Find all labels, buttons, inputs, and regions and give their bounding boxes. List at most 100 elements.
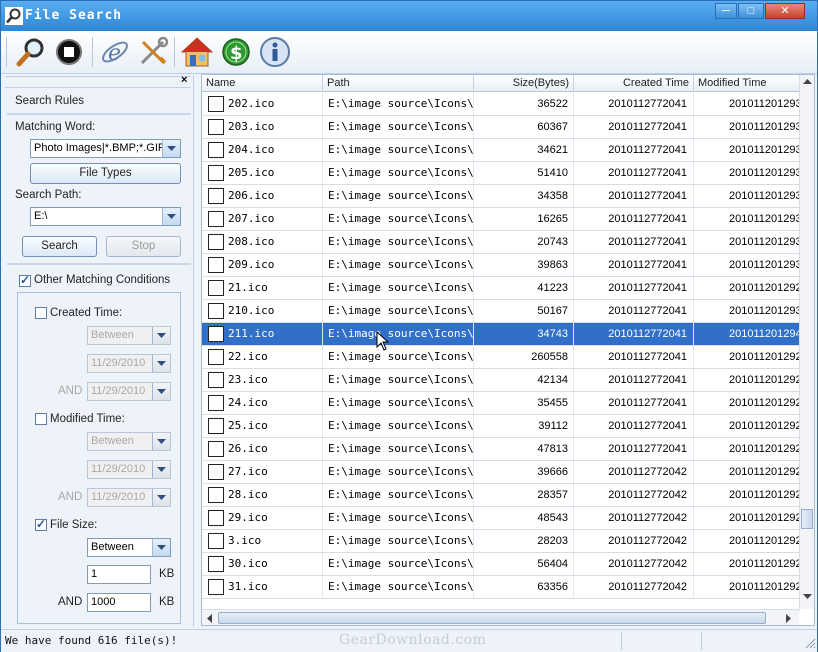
- table-row[interactable]: 23.ico E:\image source\Icons\ 42134 2010112…: [202, 369, 800, 392]
- row-checkbox[interactable]: [208, 487, 224, 503]
- table-row[interactable]: 26.ico E:\image source\Icons\ 47813 2010112…: [202, 438, 800, 461]
- table-row[interactable]: 202.ico E:\image source\Icons\ 36522 201011…: [202, 93, 800, 116]
- chevron-down-icon[interactable]: [152, 355, 170, 372]
- maximize-button[interactable]: □: [738, 3, 764, 19]
- row-checkbox[interactable]: [208, 280, 224, 296]
- table-row[interactable]: 207.ico E:\image source\Icons\ 16265 201011…: [202, 208, 800, 231]
- chevron-down-icon[interactable]: [152, 539, 170, 556]
- column-header-size[interactable]: Size(Bytes): [474, 75, 574, 92]
- size-from-input[interactable]: 1: [87, 565, 151, 584]
- row-checkbox[interactable]: [208, 188, 224, 204]
- modified-mode-value: Between: [91, 435, 134, 447]
- table-row[interactable]: 27.ico E:\image source\Icons\ 39666 2010112…: [202, 461, 800, 484]
- scroll-left-icon[interactable]: [207, 614, 213, 623]
- row-checkbox[interactable]: [208, 96, 224, 112]
- row-checkbox[interactable]: [208, 418, 224, 434]
- table-row[interactable]: 3.ico E:\image source\Icons\ 28203 20101127…: [202, 530, 800, 553]
- search-path-select[interactable]: E:\: [30, 207, 181, 226]
- chevron-down-icon[interactable]: [152, 433, 170, 450]
- column-header-path[interactable]: Path: [323, 75, 474, 92]
- row-checkbox[interactable]: [208, 395, 224, 411]
- row-checkbox[interactable]: [208, 119, 224, 135]
- resize-grip-icon[interactable]: [804, 637, 816, 649]
- row-checkbox[interactable]: [208, 372, 224, 388]
- modified-to-date[interactable]: 11/29/2010: [87, 488, 171, 507]
- modified-time-checkbox[interactable]: [35, 413, 47, 425]
- table-row[interactable]: 209.ico E:\image source\Icons\ 39863 201011…: [202, 254, 800, 277]
- row-checkbox[interactable]: [208, 142, 224, 158]
- file-size-checkbox[interactable]: [35, 517, 47, 531]
- chevron-down-icon[interactable]: [152, 489, 170, 506]
- created-from-date[interactable]: 11/29/2010: [87, 354, 171, 373]
- table-row[interactable]: 24.ico E:\image source\Icons\ 35455 2010112…: [202, 392, 800, 415]
- modified-mode-select[interactable]: Between: [87, 432, 171, 451]
- table-row[interactable]: 204.ico E:\image source\Icons\ 34621 201011…: [202, 139, 800, 162]
- browser-toolbar-button[interactable]: e: [97, 34, 133, 70]
- column-header-created[interactable]: Created Time: [574, 75, 694, 92]
- table-row[interactable]: 208.ico E:\image source\Icons\ 20743 201011…: [202, 231, 800, 254]
- search-toolbar-button[interactable]: [13, 34, 49, 70]
- table-row[interactable]: 29.ico E:\image source\Icons\ 48543 2010112…: [202, 507, 800, 530]
- row-checkbox[interactable]: [208, 165, 224, 181]
- table-row[interactable]: 210.ico E:\image source\Icons\ 50167 201011…: [202, 300, 800, 323]
- table-row[interactable]: 30.ico E:\image source\Icons\ 56404 2010112…: [202, 553, 800, 576]
- modified-from-date[interactable]: 11/29/2010: [87, 460, 171, 479]
- file-types-button[interactable]: File Types: [30, 163, 181, 184]
- chevron-down-icon[interactable]: [152, 461, 170, 478]
- row-checkbox[interactable]: [208, 464, 224, 480]
- scroll-right-icon[interactable]: [786, 614, 792, 623]
- row-checkbox[interactable]: [208, 441, 224, 457]
- row-checkbox[interactable]: [208, 234, 224, 250]
- table-row[interactable]: 21.ico E:\image source\Icons\ 41223 2010112…: [202, 277, 800, 300]
- purchase-toolbar-button[interactable]: $: [218, 34, 254, 70]
- vertical-scroll-thumb[interactable]: [801, 509, 813, 529]
- horizontal-scroll-thumb[interactable]: [218, 612, 766, 624]
- row-checkbox[interactable]: [208, 533, 224, 549]
- minimize-button[interactable]: ─: [715, 3, 737, 19]
- row-checkbox[interactable]: [208, 303, 224, 319]
- row-checkbox[interactable]: [208, 211, 224, 227]
- row-checkbox[interactable]: [208, 349, 224, 365]
- vertical-scrollbar[interactable]: [799, 75, 814, 609]
- table-row[interactable]: 205.ico E:\image source\Icons\ 51410 201011…: [202, 162, 800, 185]
- horizontal-scrollbar[interactable]: [202, 609, 799, 625]
- scroll-down-icon[interactable]: [803, 594, 812, 600]
- created-to-date[interactable]: 11/29/2010: [87, 382, 171, 401]
- search-button[interactable]: Search: [22, 236, 97, 257]
- home-toolbar-button[interactable]: [179, 34, 215, 70]
- table-row[interactable]: 22.ico E:\image source\Icons\ 260558 201011…: [202, 346, 800, 369]
- row-checkbox[interactable]: [208, 510, 224, 526]
- size-mode-value: Between: [91, 541, 134, 553]
- table-row[interactable]: 28.ico E:\image source\Icons\ 28357 2010112…: [202, 484, 800, 507]
- size-mode-select[interactable]: Between: [87, 538, 171, 557]
- row-checkbox[interactable]: [208, 257, 224, 273]
- chevron-down-icon[interactable]: [152, 383, 170, 400]
- tools-toolbar-button[interactable]: [135, 34, 171, 70]
- table-row[interactable]: 203.ico E:\image source\Icons\ 60367 201011…: [202, 116, 800, 139]
- created-mode-select[interactable]: Between: [87, 326, 171, 345]
- row-checkbox[interactable]: [208, 579, 224, 595]
- table-row[interactable]: 211.ico E:\image source\Icons\ 34743 201011…: [202, 323, 800, 346]
- cell-created: 2010112772041: [574, 277, 694, 299]
- row-checkbox[interactable]: [208, 326, 224, 342]
- close-button[interactable]: ✕: [765, 3, 805, 19]
- stop-toolbar-button[interactable]: [51, 34, 87, 70]
- other-conditions-checkbox[interactable]: [19, 273, 31, 287]
- stop-button[interactable]: Stop: [106, 236, 181, 257]
- table-row[interactable]: 206.ico E:\image source\Icons\ 34358 201011…: [202, 185, 800, 208]
- table-row[interactable]: 25.ico E:\image source\Icons\ 39112 2010112…: [202, 415, 800, 438]
- column-header-name[interactable]: Name: [202, 75, 323, 92]
- chevron-down-icon[interactable]: [162, 208, 180, 225]
- panel-close-icon[interactable]: ×: [181, 74, 187, 86]
- about-toolbar-button[interactable]: [257, 34, 293, 70]
- cell-path: E:\image source\Icons\: [323, 116, 474, 138]
- scroll-up-icon[interactable]: [803, 79, 812, 85]
- matching-word-select[interactable]: Photo Images|*.BMP;*.GIF: [30, 139, 181, 158]
- row-checkbox[interactable]: [208, 556, 224, 572]
- column-header-modified[interactable]: Modified Time: [694, 75, 800, 92]
- chevron-down-icon[interactable]: [162, 140, 180, 157]
- chevron-down-icon[interactable]: [152, 327, 170, 344]
- table-row[interactable]: 31.ico E:\image source\Icons\ 63356 2010112…: [202, 576, 800, 599]
- created-time-checkbox[interactable]: [35, 307, 47, 319]
- size-to-input[interactable]: 1000: [87, 593, 151, 612]
